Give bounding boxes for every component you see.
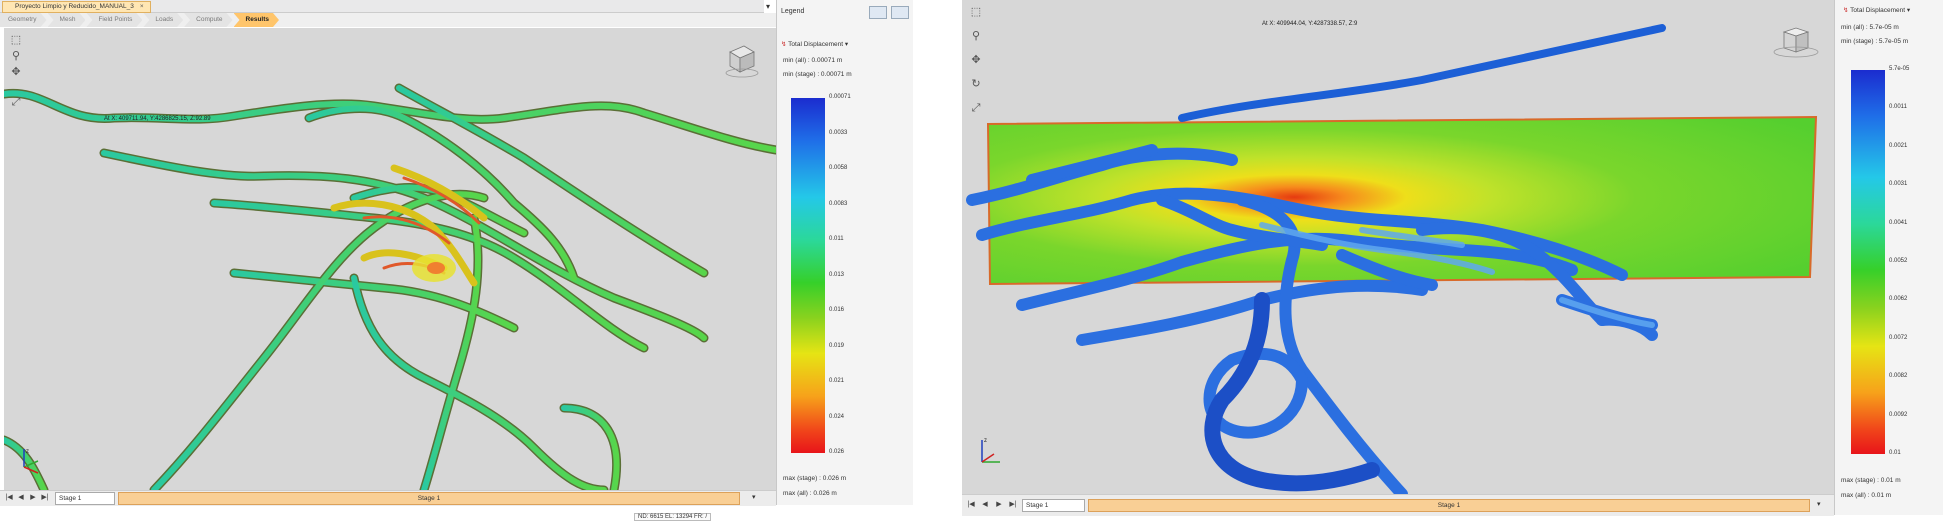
last-stage-icon[interactable]: ▶| xyxy=(40,493,50,503)
chevron-down-icon[interactable]: ▾ xyxy=(766,2,770,11)
legend-min-all: min (all) : 0.00071 m xyxy=(783,57,843,64)
legend-tick-label: 0.026 xyxy=(829,449,845,455)
status-bar: ND: 6615 EL: 13294 FR: / xyxy=(634,513,712,521)
legend-min-all: min (all) : 5.7e-05 m xyxy=(1841,24,1899,31)
coordinate-readout: At X: 409711.94, Y:4286825.15, Z:92.89 xyxy=(104,116,211,122)
previous-stage-icon[interactable]: ◀ xyxy=(980,500,990,510)
chevron-down-icon[interactable]: ▾ xyxy=(752,493,756,501)
legend-tick-label: 0.0031 xyxy=(1889,181,1908,188)
legend-quantity-label: Total Displacement xyxy=(1850,7,1906,14)
legend-tick-label: 0.00071 xyxy=(829,94,851,100)
pan-icon[interactable]: ✥ xyxy=(970,54,982,66)
legend-quantity-select[interactable]: ↯ Total Displacement ▾ xyxy=(781,40,848,48)
legend-colorbar xyxy=(1851,70,1885,454)
fit-view-icon[interactable]: ⤢ xyxy=(970,102,982,114)
right-3d-viewport[interactable]: ⬚ ⚲ ✥ ↻ ⤢ At X: 409944.04, Y:4287338.57,… xyxy=(962,0,1834,494)
document-tab-bar: Proyecto Limpio y Reducido_MANUAL_3 × ▾ xyxy=(0,0,770,13)
stage-select[interactable]: Stage 1 xyxy=(55,492,115,505)
first-stage-icon[interactable]: |◀ xyxy=(4,493,14,503)
tab-mesh[interactable]: Mesh xyxy=(48,13,86,27)
legend-tick-label: 5.7e-05 xyxy=(1889,66,1910,72)
stage-select-value: Stage 1 xyxy=(59,495,82,502)
timeline-label: Stage 1 xyxy=(417,495,441,502)
view-cube-icon[interactable] xyxy=(720,40,760,80)
zoom-window-icon[interactable]: ⬚ xyxy=(10,34,22,46)
rotate-icon[interactable]: ↻ xyxy=(970,78,982,90)
document-tab[interactable]: Proyecto Limpio y Reducido_MANUAL_3 × xyxy=(2,1,151,13)
view-cube-icon[interactable] xyxy=(1770,22,1820,62)
stage-timeline[interactable]: Stage 1 xyxy=(1088,499,1810,512)
next-stage-icon[interactable]: ▶ xyxy=(28,493,38,503)
tab-compute[interactable]: Compute xyxy=(184,13,232,27)
close-icon[interactable]: × xyxy=(140,3,144,10)
coordinate-readout: At X: 409944.04, Y:4287338.57, Z:9 xyxy=(1262,21,1358,27)
displacement-icon: ↯ xyxy=(781,41,787,48)
svg-text:z: z xyxy=(984,438,987,444)
legend-quantity-label: Total Displacement xyxy=(788,41,844,48)
legend-tick-label: 0.024 xyxy=(829,413,845,420)
chevron-down-icon[interactable]: ▾ xyxy=(1817,500,1821,508)
legend-tick-label: 0.0011 xyxy=(1889,104,1907,111)
pan-icon[interactable]: ✥ xyxy=(10,66,22,78)
timeline-label: Stage 1 xyxy=(1437,502,1461,509)
stage-select[interactable]: Stage 1 xyxy=(1022,499,1085,512)
stage-timeline[interactable]: Stage 1 xyxy=(118,492,740,505)
legend-tick-label: 0.016 xyxy=(829,307,845,313)
legend-tick-label: 0.0041 xyxy=(1889,219,1908,226)
legend-min-stage: min (stage) : 5.7e-05 m xyxy=(1841,38,1909,45)
legend-tick-label: 0.0082 xyxy=(1889,373,1908,380)
legend-tick-label: 0.0021 xyxy=(1889,142,1908,149)
tab-field-points[interactable]: Field Points xyxy=(86,13,142,27)
legend-tick-label: 0.0033 xyxy=(829,129,848,136)
legend-tick-label: 0.019 xyxy=(829,342,845,349)
legend-tick-label: 0.0052 xyxy=(1889,258,1908,264)
axis-triad-icon: z xyxy=(981,438,1000,463)
first-stage-icon[interactable]: |◀ xyxy=(966,500,976,510)
legend-tick-label: 0.01 xyxy=(1889,450,1901,456)
legend-max-stage: max (stage) : 0.026 m xyxy=(783,475,847,482)
axis-triad-icon: z xyxy=(23,449,39,474)
zoom-icon[interactable]: ⚲ xyxy=(10,50,22,62)
legend-title: Legend xyxy=(781,8,805,15)
next-stage-icon[interactable]: ▶ xyxy=(994,500,1004,510)
last-stage-icon[interactable]: ▶| xyxy=(1008,500,1018,510)
zoom-window-icon[interactable]: ⬚ xyxy=(970,6,982,18)
legend-tick-label: 0.011 xyxy=(829,236,844,242)
legend-settings-button[interactable] xyxy=(869,6,887,19)
tunnel-model-render xyxy=(966,24,1818,494)
legend-colorbar xyxy=(791,98,825,453)
displacement-icon: ↯ xyxy=(1843,7,1849,14)
legend-tick-label: 0.013 xyxy=(829,271,845,278)
legend-max-all: max (all) : 0.01 m xyxy=(1841,492,1892,499)
legend-min-stage: min (stage) : 0.00071 m xyxy=(783,71,852,78)
svg-text:z: z xyxy=(26,449,29,455)
workflow-tabs: Geometry Mesh Field Points Loads Compute… xyxy=(0,13,776,27)
legend-tick-label: 0.0058 xyxy=(829,165,848,171)
tab-results[interactable]: Results xyxy=(234,13,279,27)
legend-max-all: max (all) : 0.026 m xyxy=(783,490,837,497)
legend-tick-label: 0.0072 xyxy=(1889,334,1908,341)
document-tab-label: Proyecto Limpio y Reducido_MANUAL_3 xyxy=(15,3,134,10)
legend-tick-label: 0.0092 xyxy=(1889,411,1908,418)
tab-geometry[interactable]: Geometry xyxy=(0,13,47,27)
legend-panel: ↯ Total Displacement ▾ min (all) : 5.7e-… xyxy=(1834,0,1943,515)
tab-loads[interactable]: Loads xyxy=(143,13,183,27)
stage-select-value: Stage 1 xyxy=(1026,502,1049,509)
legend-panel: Legend ↯ Total Displacement ▾ min (all) … xyxy=(776,0,913,505)
legend-quantity-select[interactable]: ↯ Total Displacement ▾ xyxy=(1843,6,1910,14)
zoom-icon[interactable]: ⚲ xyxy=(970,30,982,42)
legend-tick-label: 0.0083 xyxy=(829,200,848,207)
legend-tick-label: 0.0062 xyxy=(1889,296,1908,303)
left-3d-viewport[interactable]: ⬚ ⚲ ✥ ⤢ At X: 409711.94, Y:4286825.15, Z… xyxy=(4,28,776,490)
fit-view-icon[interactable]: ⤢ xyxy=(10,96,22,108)
legend-chart-button[interactable] xyxy=(891,6,909,19)
stage-playback-bar: |◀ ◀ ▶ ▶| Stage 1 Stage 1 ▾ xyxy=(0,490,776,506)
legend-max-stage: max (stage) : 0.01 m xyxy=(1841,477,1901,484)
previous-stage-icon[interactable]: ◀ xyxy=(16,493,26,503)
chevron-down-icon: ▾ xyxy=(1906,7,1911,14)
stage-playback-bar: |◀ ◀ ▶ ▶| Stage 1 Stage 1 ▾ xyxy=(962,494,1834,516)
legend-tick-label: 0.021 xyxy=(829,378,845,384)
tunnel-model-render xyxy=(4,83,776,490)
chevron-down-icon: ▾ xyxy=(844,41,849,48)
